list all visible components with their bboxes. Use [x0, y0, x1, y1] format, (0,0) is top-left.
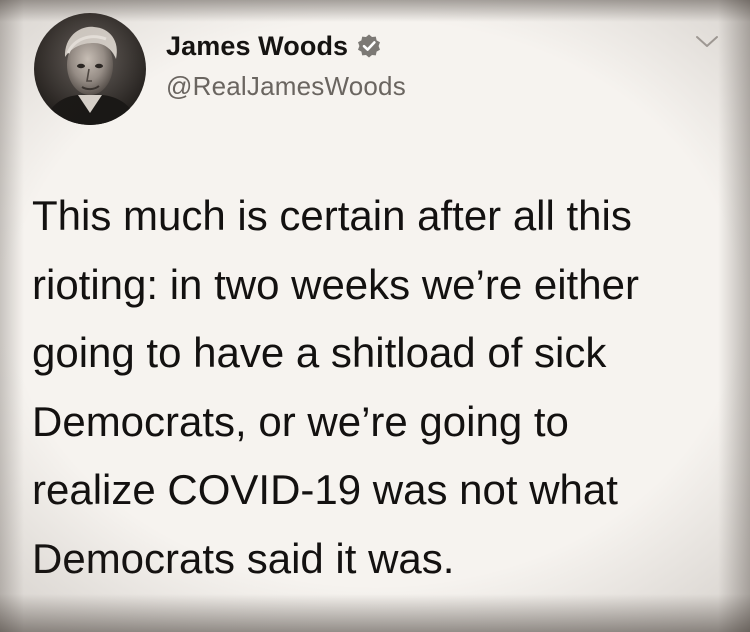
tweet-card: James Woods @RealJamesWoods This much is… [0, 0, 750, 632]
display-name[interactable]: James Woods [166, 31, 348, 62]
tweet-line: Democrats, or we’re going to [32, 397, 569, 445]
tweet-line: Democrats said it was. [32, 534, 455, 582]
tweet-line: This much is certain after all this [32, 192, 632, 239]
verified-badge-icon [356, 33, 382, 59]
tweet-line: realize COVID-19 was not what [32, 466, 618, 513]
chevron-down-icon[interactable] [695, 34, 719, 50]
avatar[interactable] [34, 13, 146, 125]
author-name-row: James Woods [166, 28, 382, 64]
tweet-line: rioting: in two weeks we’re either [32, 260, 639, 308]
tweet-line: going to have a shitload of sick [32, 329, 607, 376]
tweet-text: This much is certain after all this riot… [32, 182, 712, 593]
user-handle[interactable]: @RealJamesWoods [166, 71, 406, 102]
